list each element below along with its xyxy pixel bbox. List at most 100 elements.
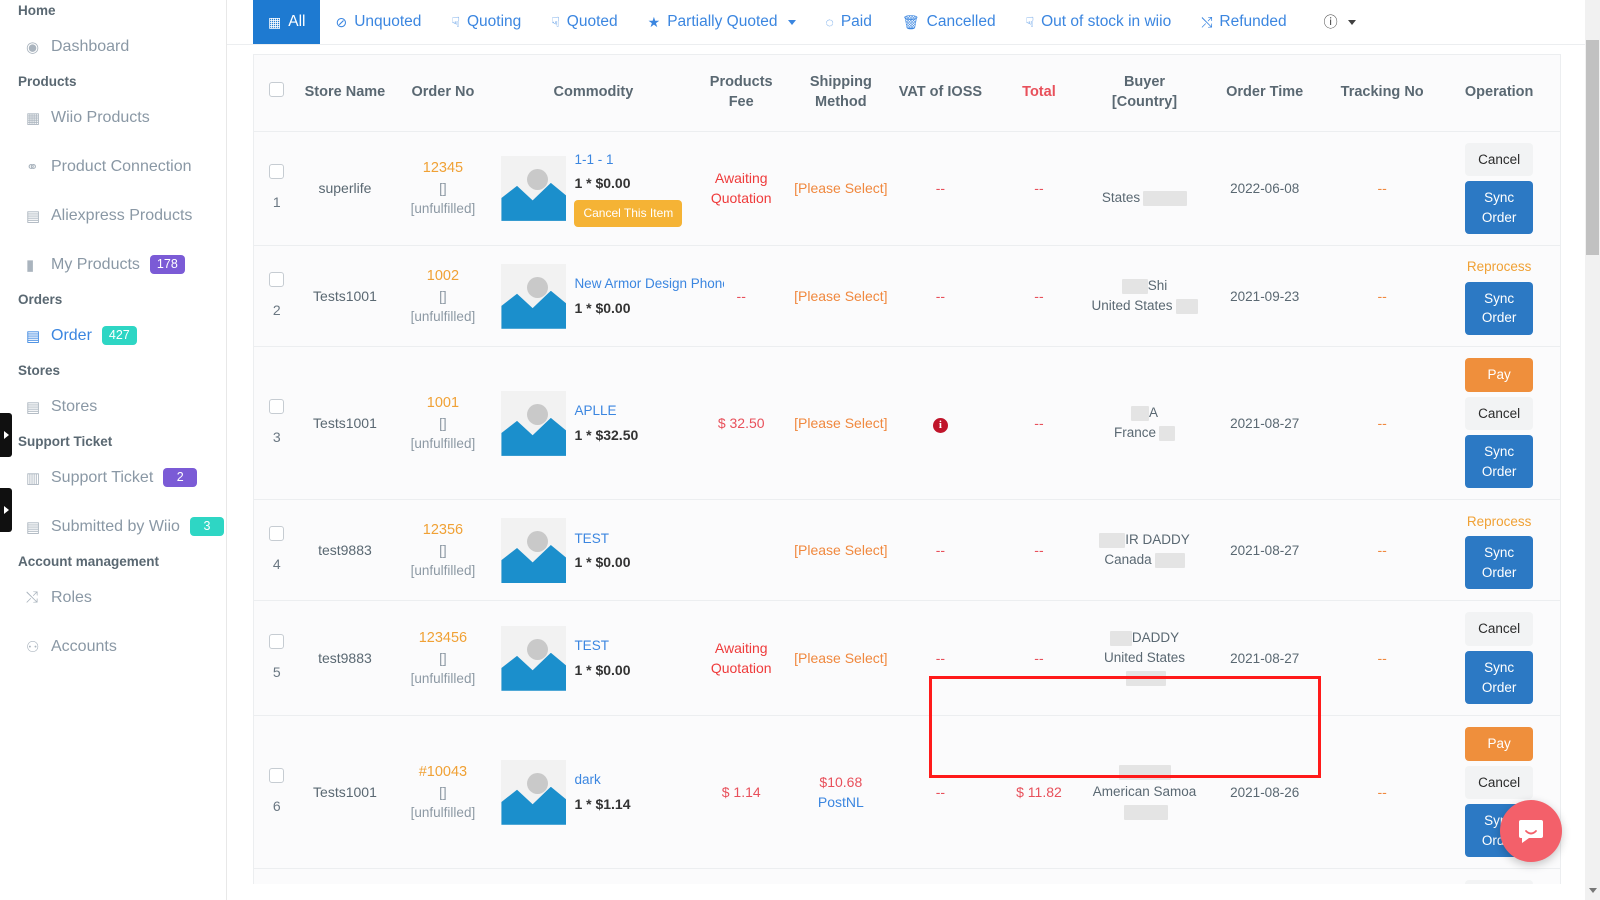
product-name-link[interactable]: TEST (574, 529, 630, 549)
tab-partially-quoted[interactable]: ★Partially Quoted (633, 0, 811, 44)
col-vat-of-ioss[interactable]: VAT of IOSS (891, 55, 991, 131)
row-checkbox[interactable] (269, 634, 284, 649)
tab-cancelled[interactable]: 🗑Cancelled (887, 0, 1011, 44)
sidebar-item-submitted-by-wiio[interactable]: ▤Submitted by Wiio3 (0, 502, 226, 551)
sidebar-item-aliexpress-products[interactable]: ▤Aliexpress Products (0, 191, 226, 240)
chevron-down-icon (1348, 20, 1356, 25)
shipping-method-select[interactable]: [Please Select] (794, 650, 887, 666)
sync-order-button[interactable]: Sync Order (1465, 435, 1533, 488)
shipping-method-select[interactable]: [Please Select] (794, 288, 887, 304)
shipping-carrier-link[interactable]: PostNL (793, 792, 889, 812)
row-checkbox[interactable] (269, 399, 284, 414)
buyer-name: IR DADDY (1090, 530, 1200, 550)
sidebar-item-support-ticket[interactable]: ▥Support Ticket2 (0, 453, 226, 502)
pay-button[interactable]: Pay (1465, 727, 1533, 761)
row-checkbox[interactable] (269, 164, 284, 179)
cancel-button[interactable]: Cancel (1465, 143, 1533, 177)
tab-paid[interactable]: ◌Paid (811, 0, 887, 44)
product-name-link[interactable]: dark (574, 770, 630, 790)
cell-products-fee: $ 32.50 (691, 347, 791, 500)
shipping-method-select[interactable]: [Please Select] (794, 415, 887, 431)
reprocess-link[interactable]: Reprocess (1438, 257, 1560, 277)
page-scrollbar-track[interactable] (1585, 0, 1600, 900)
shipping-method-select[interactable]: [Please Select] (794, 542, 887, 558)
tab-refunded[interactable]: ⤭Refunded (1186, 0, 1301, 44)
order-number[interactable]: 1002 (392, 266, 493, 287)
cell-commodity: TEST1 * $0.00 (495, 601, 691, 716)
shipping-method-select[interactable]: [Please Select] (794, 180, 887, 196)
chat-bubble-icon[interactable] (1500, 800, 1562, 862)
cancel-button[interactable]: Cancel (1465, 880, 1533, 884)
product-name-link[interactable]: New Armor Design Phone ca (574, 274, 724, 294)
sync-order-button[interactable]: Sync Order (1465, 536, 1533, 589)
col-store-name[interactable]: Store Name (299, 55, 390, 131)
tab-out-of-stock-in-wiio[interactable]: ☟Out of stock in wiio (1011, 0, 1187, 44)
sidebar-item-my-products[interactable]: ▮My Products178 (0, 240, 226, 289)
buyer-name: Shi (1090, 276, 1200, 296)
sidebar-item-product-connection[interactable]: ⚭Product Connection (0, 142, 226, 191)
col-order-no[interactable]: Order No (390, 55, 495, 131)
dashboard-icon: ◉ (26, 38, 51, 56)
tab-label: Quoted (567, 13, 618, 31)
vat-value: -- (936, 650, 945, 666)
col-order-time[interactable]: Order Time (1201, 55, 1328, 131)
sidebar-item-accounts[interactable]: ⚇Accounts (0, 622, 226, 671)
col-commodity[interactable]: Commodity (495, 55, 691, 131)
question-circle-icon: ⊘ (335, 14, 347, 31)
col-shipping-method[interactable]: ShippingMethod (791, 55, 891, 131)
tab-info-menu[interactable]: ⓘ (1302, 0, 1371, 44)
row-checkbox[interactable] (269, 272, 284, 287)
products-fee-amount: $ 1.14 (722, 784, 761, 800)
cancel-button[interactable]: Cancel (1465, 397, 1533, 431)
tab-all[interactable]: ▦All (253, 0, 320, 44)
order-number[interactable]: 123456 (392, 628, 493, 649)
page-scrollbar-thumb[interactable] (1586, 40, 1599, 255)
cancel-button[interactable]: Cancel (1465, 766, 1533, 800)
col-tracking-no[interactable]: Tracking No (1328, 55, 1436, 131)
col-buyer-country[interactable]: Buyer[Country] (1088, 55, 1202, 131)
row-number: 1 (256, 192, 297, 212)
clipboard-icon: ▤ (26, 398, 51, 416)
col-operation[interactable]: Operation (1436, 55, 1561, 131)
order-number[interactable]: 12356 (392, 520, 493, 541)
cell-order-no: 12356[][unfulfilled] (390, 500, 495, 601)
buyer-name-text: Shi (1148, 278, 1168, 293)
cell-tracking-no: -- (1328, 347, 1436, 500)
pay-button[interactable]: Pay (1465, 358, 1533, 392)
sidebar-item-wiio-products[interactable]: ▦Wiio Products (0, 93, 226, 142)
cell-order-time: 2021-08-27 (1201, 500, 1328, 601)
sidebar-collapse-toggle-orders[interactable] (0, 413, 12, 457)
sync-order-button[interactable]: Sync Order (1465, 651, 1533, 704)
row-checkbox[interactable] (269, 526, 284, 541)
row-checkbox[interactable] (269, 768, 284, 783)
ioss-info-icon[interactable]: i (933, 418, 948, 433)
product-name-link[interactable]: 1-1 - 1 (574, 150, 682, 170)
order-number[interactable]: #10043 (392, 762, 493, 783)
col-total[interactable]: Total (990, 55, 1087, 131)
sidebar-item-stores[interactable]: ▤Stores (0, 382, 226, 431)
reprocess-link[interactable]: Reprocess (1438, 512, 1560, 532)
order-number[interactable]: 1001 (392, 393, 493, 414)
tab-quoted[interactable]: ☟Quoted (536, 0, 632, 44)
buyer-country: American Samoa (1090, 782, 1200, 823)
product-name-link[interactable]: TEST (574, 636, 630, 656)
sidebar-item-roles[interactable]: ⤭Roles (0, 573, 226, 622)
order-number[interactable]: 12345 (392, 158, 493, 179)
tab-unquoted[interactable]: ⊘Unquoted (320, 0, 436, 44)
buyer-name (1090, 762, 1200, 782)
sync-order-button[interactable]: Sync Order (1465, 181, 1533, 234)
cancel-this-item-button[interactable]: Cancel This Item (574, 200, 682, 227)
product-name-link[interactable]: APLLE (574, 401, 638, 421)
col-products-fee[interactable]: ProductsFee (691, 55, 791, 131)
cancel-button[interactable]: Cancel (1465, 612, 1533, 646)
select-all-checkbox[interactable] (269, 82, 284, 97)
sidebar-item-dashboard[interactable]: ◉Dashboard (0, 22, 226, 71)
scroll-down-arrow-icon[interactable] (1586, 884, 1599, 897)
cell-operation: Reprocess Sync Order (1436, 246, 1561, 347)
cell-order-time: 2021-08-26 (1201, 716, 1328, 869)
nav-group-title-stores: Stores (0, 360, 226, 382)
sync-order-button[interactable]: Sync Order (1465, 282, 1533, 335)
sidebar-collapse-toggle-stores[interactable] (0, 488, 12, 532)
tab-quoting[interactable]: ☟Quoting (436, 0, 536, 44)
sidebar-item-order[interactable]: ▤Order427 (0, 311, 226, 360)
